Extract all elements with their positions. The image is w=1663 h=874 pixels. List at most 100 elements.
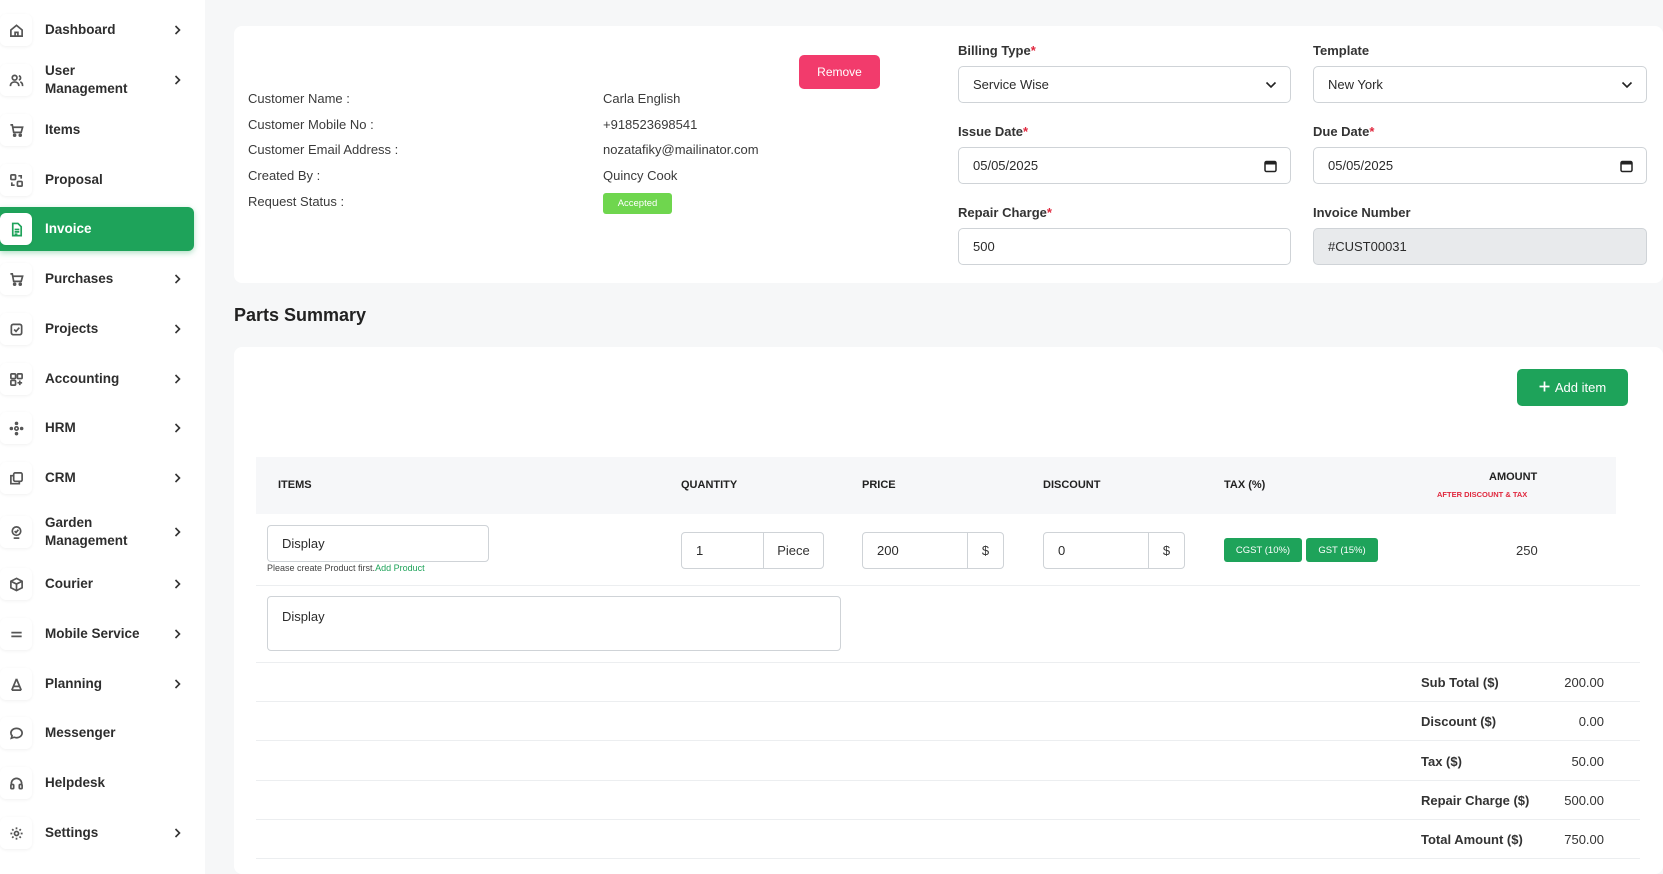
status-badge: Accepted bbox=[603, 193, 672, 214]
description-textarea[interactable]: Display bbox=[267, 596, 841, 651]
template-select[interactable]: New York bbox=[1313, 66, 1647, 103]
tax-chip-gst: GST (15%) bbox=[1306, 538, 1378, 562]
issue-date-input[interactable]: 05/05/2025 bbox=[958, 147, 1291, 184]
sidebar-item-purchases[interactable]: Purchases bbox=[0, 257, 194, 301]
tax-total-value: 50.00 bbox=[1571, 754, 1604, 769]
template-label: Template bbox=[1313, 43, 1370, 58]
description-value: Display bbox=[282, 609, 325, 624]
subtotal-label: Sub Total ($) bbox=[1421, 675, 1499, 690]
headset-icon bbox=[0, 767, 32, 799]
sidebar-item-label: Mobile Service bbox=[45, 626, 140, 641]
price-currency-addon: $ bbox=[967, 532, 1004, 569]
chevron-right-icon bbox=[173, 274, 182, 284]
pen-icon bbox=[0, 668, 32, 700]
sidebar-item-dashboard[interactable]: Dashboard bbox=[0, 8, 194, 52]
repair-charge-input[interactable]: 500 bbox=[958, 228, 1291, 265]
customer-email: nozatafiky@mailinator.com bbox=[603, 142, 759, 157]
swap-icon bbox=[0, 164, 32, 196]
discount-input[interactable]: 0 bbox=[1043, 532, 1149, 569]
sidebar-item-label: Planning bbox=[45, 676, 102, 691]
divider bbox=[256, 780, 1640, 781]
calendar-icon[interactable] bbox=[1620, 159, 1633, 172]
sidebar-item-accounting[interactable]: Accounting bbox=[0, 357, 194, 401]
billing-type-value: Service Wise bbox=[973, 77, 1049, 92]
due-date-input[interactable]: 05/05/2025 bbox=[1313, 147, 1647, 184]
checkbox-icon bbox=[0, 313, 32, 345]
column-header-tax: TAX (%) bbox=[1224, 479, 1266, 491]
chat-icon bbox=[0, 717, 32, 749]
menu-icon bbox=[0, 618, 32, 650]
add-product-link[interactable]: Add Product bbox=[375, 563, 425, 573]
sidebar-item-label: Garden Management bbox=[45, 515, 128, 548]
sidebar-item-projects[interactable]: Projects bbox=[0, 307, 194, 351]
sidebar-item-label: Invoice bbox=[45, 221, 92, 236]
calendar-icon[interactable] bbox=[1264, 159, 1277, 172]
sidebar-item-garden-management[interactable]: Garden Management bbox=[0, 510, 194, 554]
item-input[interactable]: Display bbox=[267, 525, 489, 562]
column-header-price: PRICE bbox=[862, 479, 896, 491]
file-icon bbox=[0, 213, 32, 245]
sidebar-item-planning[interactable]: Planning bbox=[0, 662, 194, 706]
sidebar-item-label: Items bbox=[45, 122, 81, 137]
discount-total-label: Discount ($) bbox=[1421, 714, 1497, 729]
due-date-label: Due Date* bbox=[1313, 124, 1375, 139]
total-amount-label: Total Amount ($) bbox=[1421, 832, 1523, 847]
nodes-icon bbox=[0, 412, 32, 444]
layers-icon bbox=[0, 462, 32, 494]
customer-name-label: Customer Name : bbox=[248, 91, 350, 106]
sidebar-item-helpdesk[interactable]: Helpdesk bbox=[0, 761, 194, 805]
discount-total-value: 0.00 bbox=[1578, 714, 1604, 729]
row-divider bbox=[256, 585, 1640, 586]
box-icon bbox=[0, 568, 32, 600]
sidebar-item-crm[interactable]: CRM bbox=[0, 456, 194, 500]
chevron-down-icon bbox=[1265, 81, 1277, 89]
sidebar-item-invoice[interactable]: Invoice bbox=[0, 207, 194, 251]
due-date-value: 05/05/2025 bbox=[1328, 158, 1394, 173]
sidebar-item-messenger[interactable]: Messenger bbox=[0, 711, 194, 755]
column-header-amount: AMOUNT bbox=[1489, 471, 1538, 483]
sidebar-item-courier[interactable]: Courier bbox=[0, 562, 194, 606]
price-value: 200 bbox=[877, 543, 899, 558]
sidebar-item-proposal[interactable]: Proposal bbox=[0, 158, 194, 202]
row-amount: 250 bbox=[1516, 543, 1538, 558]
sidebar-item-label: Projects bbox=[45, 321, 99, 336]
quantity-value: 1 bbox=[696, 543, 704, 558]
home-icon bbox=[0, 14, 32, 46]
sidebar-item-label: Courier bbox=[45, 576, 94, 591]
price-input[interactable]: 200 bbox=[862, 532, 968, 569]
divider bbox=[256, 701, 1640, 702]
sidebar-item-items[interactable]: Items bbox=[0, 108, 194, 152]
column-header-items: ITEMS bbox=[278, 479, 312, 491]
issue-date-label: Issue Date* bbox=[958, 124, 1029, 139]
sidebar-item-label: CRM bbox=[45, 470, 76, 485]
remove-button[interactable]: Remove bbox=[799, 55, 880, 89]
subtotal-value: 200.00 bbox=[1564, 675, 1604, 690]
repair-charge-total-value: 500.00 bbox=[1564, 793, 1604, 808]
sidebar-item-label: Messenger bbox=[45, 725, 116, 740]
invoice-number-label: Invoice Number bbox=[1313, 205, 1411, 220]
sidebar-item-label: Helpdesk bbox=[45, 775, 106, 790]
add-item-button[interactable]: Add item bbox=[1517, 369, 1628, 406]
chevron-right-icon bbox=[173, 527, 182, 537]
divider bbox=[256, 858, 1640, 859]
chevron-right-icon bbox=[173, 423, 182, 433]
sidebar-item-hrm[interactable]: HRM bbox=[0, 406, 194, 450]
total-amount-value: 750.00 bbox=[1564, 832, 1604, 847]
sidebar-item-mobile-service[interactable]: Mobile Service bbox=[0, 612, 194, 656]
grid-icon bbox=[0, 363, 32, 395]
repair-charge-label: Repair Charge* bbox=[958, 205, 1052, 220]
created-by: Quincy Cook bbox=[603, 168, 678, 183]
sidebar-item-settings[interactable]: Settings bbox=[0, 811, 194, 855]
column-header-quantity: QUANTITY bbox=[681, 479, 738, 491]
billing-type-label: Billing Type* bbox=[958, 43, 1036, 58]
unit-addon: Piece bbox=[763, 532, 824, 569]
sidebar-item-user-management[interactable]: User Management bbox=[0, 58, 194, 102]
quantity-input[interactable]: 1 bbox=[681, 532, 764, 569]
divider bbox=[256, 819, 1640, 820]
customer-mobile: +918523698541 bbox=[603, 117, 698, 132]
plus-icon bbox=[1539, 380, 1550, 395]
billing-type-select[interactable]: Service Wise bbox=[958, 66, 1291, 103]
section-title: Parts Summary bbox=[234, 305, 367, 325]
cart-icon bbox=[0, 114, 32, 146]
chevron-right-icon bbox=[173, 579, 182, 589]
